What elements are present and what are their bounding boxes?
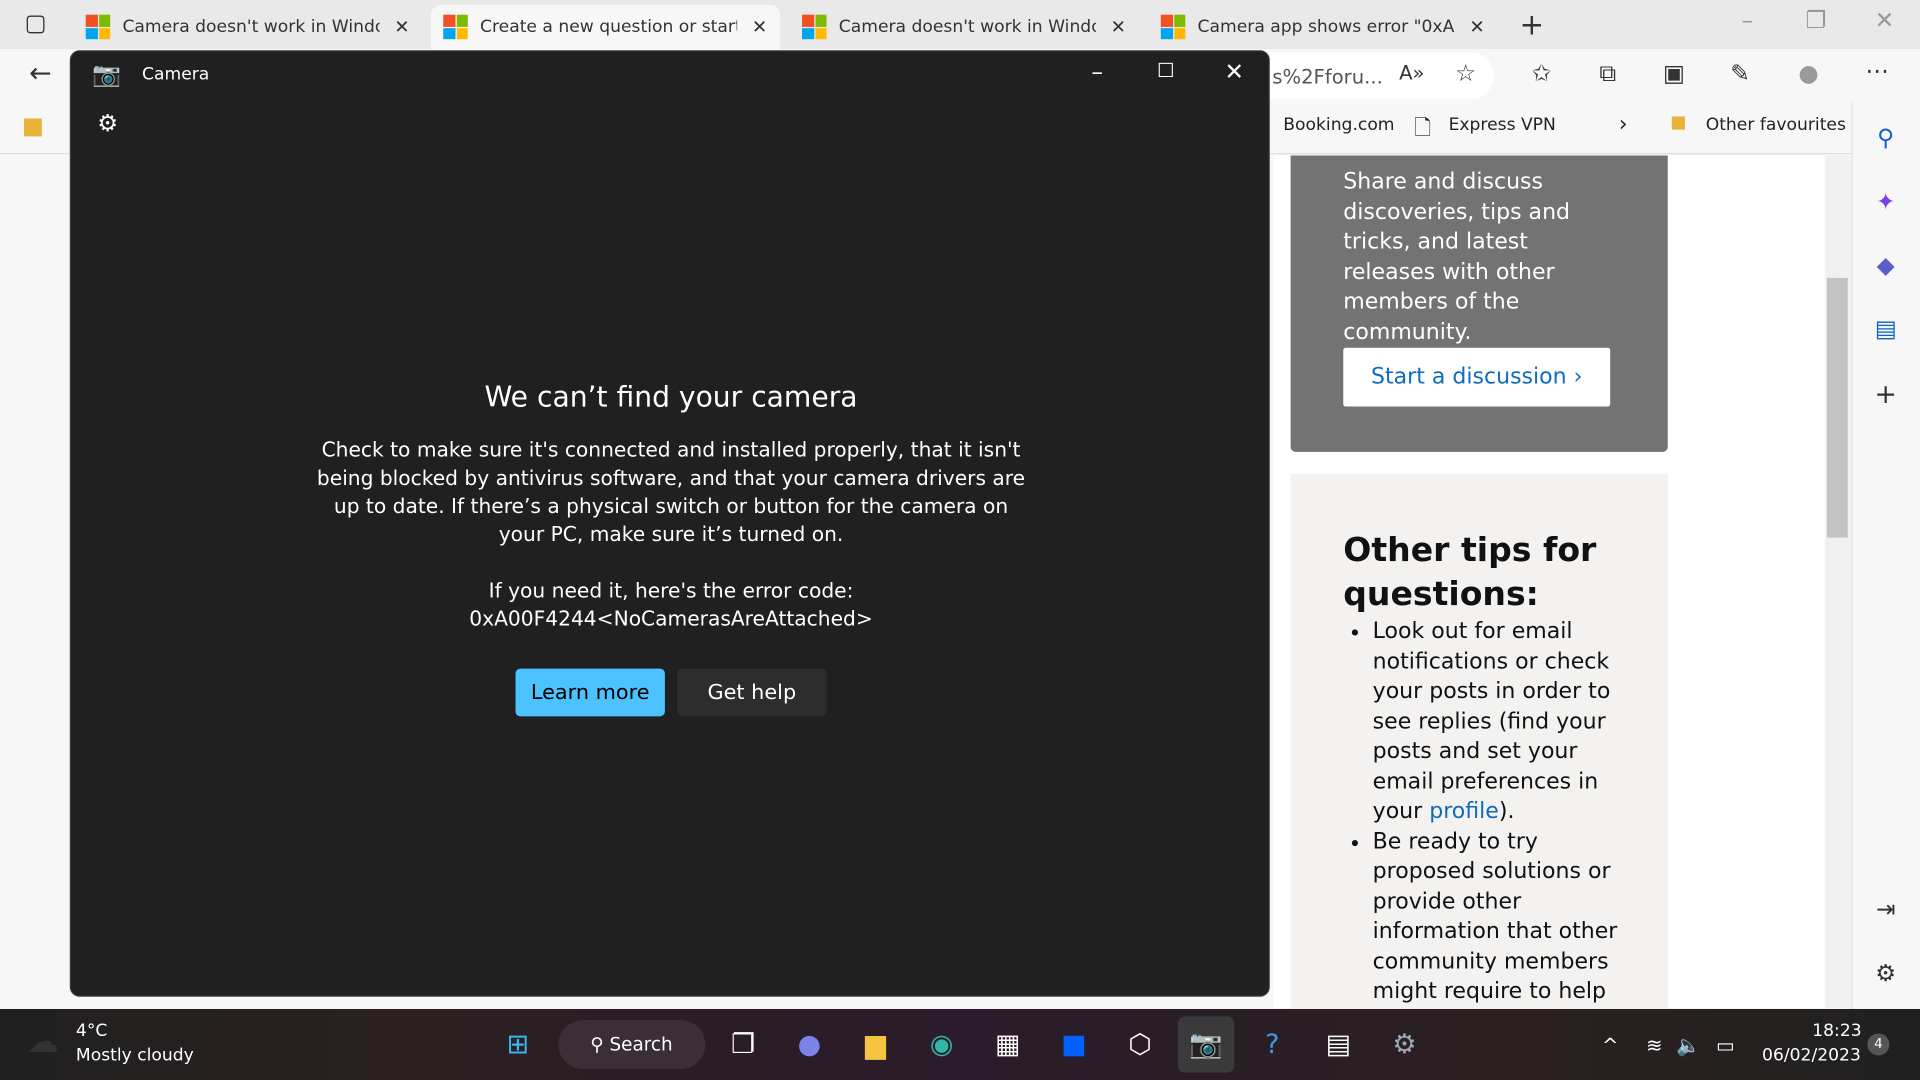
web-page: Share and discuss discoveries, tips and … (1273, 155, 1825, 1013)
close-tab-icon[interactable]: ✕ (1469, 16, 1484, 38)
start-icon[interactable]: ⊞ (497, 1024, 539, 1066)
favourites-icon[interactable]: ✩ (1526, 60, 1558, 87)
close-tab-icon[interactable]: ✕ (752, 16, 767, 38)
math-solver-icon[interactable]: ▣ (1658, 60, 1690, 87)
maximize-icon[interactable]: ☐ (1150, 59, 1182, 82)
edge-sidebar: ⚲ ✦ ◆ ▤ + ⇥ ⚙ (1851, 102, 1920, 1009)
search-button[interactable]: ⚲ Search (558, 1020, 706, 1069)
back-icon[interactable]: ← (24, 59, 56, 90)
profile-avatar[interactable]: ● (1793, 60, 1825, 87)
discussion-card: Share and discuss discoveries, tips and … (1290, 155, 1668, 452)
folder-icon: ■ (1670, 112, 1687, 133)
folder-icon[interactable]: ■ (17, 113, 49, 140)
device-icon[interactable]: ▤ (1318, 1024, 1360, 1066)
app-icon[interactable]: ⬡ (1119, 1024, 1161, 1066)
search-icon[interactable]: ⚲ (1870, 125, 1902, 152)
chevron-right-icon[interactable]: › (1619, 111, 1628, 137)
close-window-icon[interactable]: ✕ (1869, 7, 1901, 34)
sidebar-toggle-icon[interactable]: ⇥ (1870, 896, 1902, 923)
microsoft-logo-icon (1160, 14, 1186, 40)
edge-icon[interactable]: ◉ (921, 1024, 963, 1066)
restore-icon[interactable]: ❐ (1800, 7, 1832, 34)
tab[interactable]: Camera app shows error "0xA00F4244"✕ (1149, 5, 1497, 49)
list-item: Be ready to try proposed solutions or pr… (1373, 827, 1624, 1007)
list-item: Look out for email notifications or chec… (1373, 617, 1624, 827)
close-icon[interactable]: ✕ (1218, 59, 1250, 86)
settings-icon[interactable]: ⚙ (92, 110, 124, 137)
outlook-icon[interactable]: ▤ (1870, 316, 1902, 343)
tab-bar: ▢ Camera doesn't work in Windows✕ Create… (0, 0, 1920, 49)
clock-time[interactable]: 18:23 (1812, 1021, 1861, 1041)
clock-date[interactable]: 06/02/2023 (1762, 1046, 1861, 1066)
scrollbar-thumb[interactable] (1826, 277, 1848, 538)
close-tab-icon[interactable]: ✕ (1111, 16, 1126, 38)
minimize-icon[interactable]: – (1731, 7, 1763, 34)
scrollbar[interactable] (1825, 155, 1851, 1008)
start-discussion-button[interactable]: Start a discussion › (1343, 347, 1611, 407)
other-favourites[interactable]: Other favourites (1706, 115, 1846, 135)
microsoft-logo-icon (802, 14, 827, 40)
store-icon[interactable]: ▦ (987, 1024, 1029, 1066)
file-explorer-icon[interactable]: ▆ (855, 1024, 897, 1066)
tab-active[interactable]: Create a new question or start a discuss… (431, 4, 780, 49)
bookmark-booking[interactable]: Booking.com (1283, 115, 1394, 135)
get-help-icon[interactable]: ? (1251, 1024, 1293, 1066)
settings-icon[interactable]: ⚙ (1870, 960, 1902, 987)
teams-icon[interactable]: ● (789, 1024, 831, 1066)
chevron-up-icon[interactable]: ^ (1589, 1024, 1631, 1066)
error-panel: We can’t find your camera Check to make … (71, 382, 1271, 717)
close-tab-icon[interactable]: ✕ (394, 16, 409, 38)
error-code: 0xA00F4244<NoCamerasAreAttached> (469, 607, 873, 631)
tab[interactable]: Camera doesn't work in Windows✕ (790, 5, 1138, 49)
camera-window: 📷 Camera – ☐ ✕ ⚙ We can’t find your came… (69, 50, 1271, 997)
volume-icon[interactable]: 🔈 (1668, 1024, 1710, 1066)
extensions-icon[interactable]: ✎ (1724, 60, 1756, 87)
notification-badge[interactable]: 4 (1867, 1033, 1890, 1056)
tips-card: Other tips for questions: Look out for e… (1290, 473, 1668, 1013)
task-view-icon[interactable]: ❐ (722, 1024, 764, 1066)
battery-icon[interactable]: ▭ (1704, 1024, 1746, 1066)
weather-icon[interactable]: ☁ (27, 1024, 59, 1061)
office-icon[interactable]: ◆ (1870, 252, 1902, 279)
collections-icon[interactable]: ⧉ (1592, 60, 1624, 87)
microsoft-logo-icon (443, 14, 468, 40)
window-title: Camera (142, 64, 210, 85)
settings-icon[interactable]: ⚙ (1384, 1024, 1426, 1066)
error-message: Check to make sure it's connected and in… (316, 438, 1026, 547)
search-icon: ⚲ (590, 1033, 610, 1056)
tab-actions-icon[interactable]: ▢ (20, 10, 52, 37)
minimize-icon[interactable]: – (1081, 59, 1113, 86)
dropbox-icon[interactable]: ■ (1053, 1024, 1095, 1066)
learn-more-button[interactable]: Learn more (515, 668, 665, 717)
copilot-icon[interactable]: ✦ (1870, 189, 1902, 216)
profile-link[interactable]: profile (1429, 798, 1499, 824)
page-icon: 🗋 (1414, 116, 1432, 141)
add-icon[interactable]: + (1870, 380, 1902, 411)
camera-app-icon: 📷 (92, 61, 122, 89)
camera-taskbar-icon[interactable]: 📷 (1177, 1016, 1235, 1073)
microsoft-logo-icon (85, 14, 111, 40)
read-aloud-icon[interactable]: A» (1396, 61, 1428, 84)
add-favourite-icon[interactable]: ☆ (1450, 60, 1482, 87)
tips-title: Other tips for questions: (1343, 531, 1597, 614)
tab[interactable]: Camera doesn't work in Windows✕ (73, 5, 421, 49)
taskbar: ☁ 4°C Mostly cloudy ⊞ ⚲ Search ❐ ● ▆ ◉ ▦… (0, 1008, 1920, 1080)
new-tab-icon[interactable]: + (1516, 7, 1548, 41)
get-help-button[interactable]: Get help (677, 668, 827, 717)
bookmark-express-vpn[interactable]: Express VPN (1449, 115, 1556, 135)
more-options-icon[interactable]: ⋯ (1861, 58, 1893, 85)
error-heading: We can’t find your camera (484, 382, 858, 414)
